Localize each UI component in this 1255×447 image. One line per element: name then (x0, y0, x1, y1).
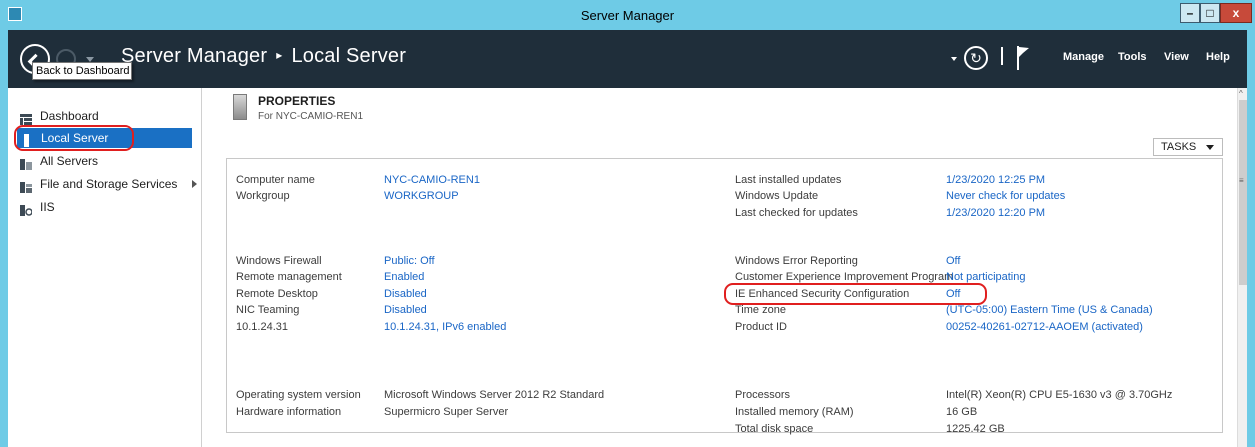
sidebar-item-iis[interactable]: IIS (16, 197, 196, 217)
maximize-button[interactable]: □ (1200, 3, 1220, 23)
chevron-right-icon[interactable] (192, 180, 197, 188)
refresh-icon[interactable]: ↻ (964, 46, 988, 70)
scrollbar-grip-icon: ≡ (1239, 176, 1244, 185)
prop-label: Installed memory (RAM) (735, 406, 854, 418)
prop-label: Last checked for updates (735, 207, 858, 219)
header-divider (1001, 47, 1003, 65)
vertical-scrollbar[interactable]: ^ ≡ (1237, 88, 1247, 447)
server-tile-icon (233, 94, 247, 120)
sidebar-item-dashboard[interactable]: Dashboard (16, 106, 196, 126)
prop-value: Microsoft Windows Server 2012 R2 Standar… (384, 389, 605, 401)
prop-value-link[interactable]: Never check for updates (946, 190, 1065, 204)
breadcrumb-current: Local Server (291, 45, 407, 67)
properties-pane: PROPERTIES For NYC-CAMIO-REN1 TASKS Comp… (203, 88, 1237, 447)
dashboard-icon (20, 111, 32, 125)
prop-value-link[interactable]: 1/23/2020 12:25 PM (946, 174, 1045, 188)
prop-value-link[interactable]: NYC-CAMIO-REN1 (384, 174, 480, 188)
prop-label: Computer name (236, 174, 315, 186)
menu-tools[interactable]: Tools (1118, 51, 1147, 67)
prop-label: Workgroup (236, 190, 290, 202)
prop-value-link[interactable]: 00252-40261-02712-AAOEM (activated) (946, 321, 1143, 335)
prop-label: Product ID (735, 321, 787, 333)
prop-label: Time zone (735, 304, 786, 316)
prop-value: Intel(R) Xeon(R) CPU E5-1630 v3 @ 3.70GH… (946, 389, 1173, 401)
scrollbar-thumb[interactable] (1239, 100, 1247, 285)
prop-value-link[interactable]: (UTC-05:00) Eastern Time (US & Canada) (946, 304, 1153, 318)
prop-value-link[interactable]: Enabled (384, 271, 424, 285)
breadcrumb-root[interactable]: Server Manager (121, 45, 267, 67)
prop-label: Last installed updates (735, 174, 842, 186)
chevron-down-icon (1206, 145, 1214, 150)
window-title: Server Manager (580, 8, 675, 23)
tasks-dropdown-button[interactable]: TASKS (1153, 138, 1223, 156)
properties-panel: Computer name NYC-CAMIO-REN1 Workgroup W… (226, 158, 1223, 435)
prop-value-link[interactable]: Disabled (384, 304, 427, 318)
refresh-dropdown-icon[interactable] (951, 57, 957, 61)
prop-value-link[interactable]: WORKGROUP (384, 190, 459, 204)
prop-label: Hardware information (236, 406, 342, 418)
sidebar-item-label: IIS (40, 200, 55, 214)
prop-label: Operating system version (236, 389, 361, 401)
prop-label: Processors (735, 389, 791, 401)
navigation-pane: Dashboard Local Server All Servers File … (8, 88, 202, 447)
title-bar[interactable]: Server Manager – □ x (0, 0, 1255, 30)
client-area: Server Manager ▸ Local Server Back to Dash… (8, 30, 1247, 447)
highlight-ring-local-server (14, 125, 134, 151)
properties-heading: PROPERTIES (258, 94, 336, 108)
iis-icon (20, 202, 33, 216)
storage-icon (20, 179, 32, 193)
tasks-label: TASKS (1161, 141, 1197, 153)
prop-label: Windows Error Reporting (735, 255, 858, 267)
sidebar-item-label: All Servers (40, 154, 99, 168)
properties-subtitle: For NYC-CAMIO-REN1 (258, 111, 364, 122)
notifications-flag-icon[interactable] (1016, 44, 1030, 72)
prop-value: Supermicro Super Server (384, 406, 509, 418)
prop-value-link[interactable]: Off (946, 255, 960, 269)
prop-value-link[interactable]: Public: Off (384, 255, 435, 269)
sidebar-item-file-storage[interactable]: File and Storage Services (16, 174, 197, 194)
menu-help[interactable]: Help (1206, 51, 1230, 67)
breadcrumb: Server Manager ▸ Local Server (121, 45, 406, 68)
minimize-button[interactable]: – (1180, 3, 1200, 23)
prop-label: Windows Update (735, 190, 819, 202)
prop-value: 1225.42 GB (946, 423, 1005, 435)
prop-value: 16 GB (946, 406, 978, 418)
prop-value-link[interactable]: Disabled (384, 288, 427, 302)
scroll-up-arrow-icon[interactable]: ^ (1239, 89, 1243, 98)
servers-icon (20, 156, 32, 170)
close-button[interactable]: x (1220, 3, 1252, 23)
back-tooltip: Back to Dashboard (32, 62, 132, 80)
prop-label: Remote Desktop (236, 288, 318, 300)
breadcrumb-separator-icon: ▸ (276, 48, 283, 62)
sidebar-item-all-servers[interactable]: All Servers (16, 151, 196, 171)
prop-label: Windows Firewall (236, 255, 322, 267)
prop-label: 10.1.24.31 (236, 321, 288, 333)
prop-value-link[interactable]: 10.1.24.31, IPv6 enabled (384, 321, 506, 335)
server-manager-window: Server Manager – □ x Server Manager ▸ Loca… (0, 0, 1255, 447)
highlight-ring-ie-esc (724, 283, 987, 305)
sidebar-item-label: File and Storage Services (40, 177, 178, 191)
header-bar: Server Manager ▸ Local Server Back to Dash… (8, 30, 1247, 88)
prop-label: Total disk space (735, 423, 814, 435)
prop-label: Remote management (236, 271, 342, 283)
prop-label: NIC Teaming (236, 304, 300, 316)
sidebar-item-label: Dashboard (40, 109, 99, 123)
menu-view[interactable]: View (1164, 51, 1189, 67)
menu-manage[interactable]: Manage (1063, 51, 1104, 67)
prop-value-link[interactable]: 1/23/2020 12:20 PM (946, 207, 1045, 221)
